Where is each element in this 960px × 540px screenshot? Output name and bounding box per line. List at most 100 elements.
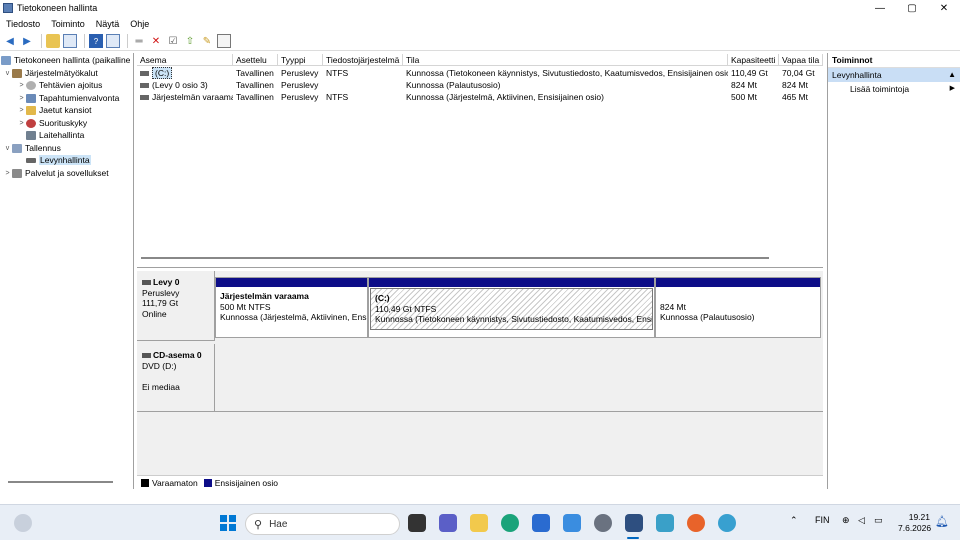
table-row-volume[interactable]: Järjestelmän varaama	[137, 91, 233, 103]
settings-gear-icon[interactable]	[594, 514, 612, 532]
chat-icon[interactable]	[439, 514, 457, 532]
volume-name: (Levy 0 osio 3)	[152, 80, 208, 90]
close-button[interactable]: ✕	[928, 0, 960, 16]
show-hidden-icons-chevron-icon[interactable]: ⌃	[790, 515, 798, 526]
tools-icon	[12, 68, 22, 78]
firefox-icon[interactable]	[687, 514, 705, 532]
task-view-icon[interactable]	[408, 514, 426, 532]
tree-item-label: Tietokoneen hallinta (paikalline	[14, 55, 131, 65]
legend-label: Varaamaton	[152, 477, 198, 488]
tree-item-system-tools[interactable]: v Järjestelmätyökalut	[3, 67, 98, 79]
chevron-right-icon[interactable]: >	[17, 95, 26, 102]
menu-action[interactable]: Toiminto	[51, 19, 85, 29]
collapse-up-icon[interactable]: ▲	[948, 68, 956, 82]
tree-item-shared-folders[interactable]: > Jaetut kansiot	[17, 104, 91, 116]
partition-c-drive[interactable]: (C:) 110,49 Gt NTFS Kunnossa (Tietokonee…	[368, 277, 655, 338]
column-header-filesystem[interactable]: Tiedostojärjestelmä	[323, 54, 403, 66]
more-actions-item[interactable]: Lisää toimintoja ▶	[828, 82, 960, 96]
cd-drive-0-label[interactable]: CD-asema 0 DVD (D:) Ei mediaa	[137, 344, 215, 412]
tree-horizontal-scrollbar[interactable]	[8, 481, 113, 483]
partition-system-reserved[interactable]: Järjestelmän varaama 500 Mt NTFS Kunnoss…	[215, 277, 368, 338]
tree-item-label: Tehtävien ajoitus	[39, 80, 103, 90]
rescan-icon[interactable]: ✎	[200, 34, 214, 48]
maximize-button[interactable]: ▢	[896, 0, 928, 16]
back-arrow-icon[interactable]: ◀	[3, 34, 17, 48]
column-header-type[interactable]: Tyyppi	[278, 54, 323, 66]
menu-file[interactable]: Tiedosto	[6, 19, 40, 29]
tree-item-event-viewer[interactable]: > Tapahtumienvalvonta	[17, 92, 119, 104]
legend: Varaamaton Ensisijainen osio	[137, 475, 823, 489]
store-icon[interactable]	[532, 514, 550, 532]
volume-icon[interactable]: ◁	[858, 515, 865, 526]
table-row-volume[interactable]: (C:)	[137, 67, 233, 79]
column-header-volume[interactable]: Asema	[137, 54, 233, 66]
menu-view[interactable]: Näytä	[96, 19, 120, 29]
actions-section-disk-management[interactable]: Levynhallinta ▲	[828, 68, 960, 82]
help-icon[interactable]: ?	[89, 34, 103, 48]
chevron-down-icon[interactable]: v	[3, 70, 12, 77]
menu-help[interactable]: Ohje	[130, 19, 149, 29]
widgets-icon[interactable]	[14, 514, 32, 532]
up-folder-icon[interactable]	[46, 34, 60, 48]
input-language[interactable]: FIN	[815, 515, 830, 525]
console-tree: Tietokoneen hallinta (paikalline v Järje…	[0, 53, 134, 489]
forward-arrow-icon[interactable]: ▶	[20, 34, 34, 48]
tree-item-label: Tallennus	[25, 143, 61, 153]
computer-management-taskbar-icon[interactable]	[625, 514, 643, 532]
column-header-capacity[interactable]: Kapasiteetti	[728, 54, 779, 66]
volume-icon	[140, 83, 149, 89]
security-shield-icon[interactable]	[563, 514, 581, 532]
show-hide-tree-icon[interactable]	[63, 34, 77, 48]
chevron-right-icon[interactable]: >	[17, 107, 26, 114]
tree-item-computer-management[interactable]: Tietokoneen hallinta (paikalline	[1, 54, 130, 66]
column-header-status[interactable]: Tila	[403, 54, 728, 66]
export-icon[interactable]: ⇧	[183, 34, 197, 48]
column-header-free-space[interactable]: Vapaa tila	[779, 54, 823, 66]
table-cell: Tavallinen	[236, 80, 274, 90]
taskbar: ⚲ Hae ⌃ FIN ⊕ ◁ ▭ 19.21 7.6.2026 🔔︎	[0, 504, 960, 540]
taskbar-clock[interactable]: 19.21 7.6.2026	[898, 512, 931, 534]
search-placeholder: Hae	[269, 518, 288, 530]
disk-status: Online	[142, 308, 167, 319]
chevron-right-icon[interactable]: >	[17, 120, 26, 127]
actions-pane: Toiminnot Levynhallinta ▲ Lisää toiminto…	[827, 53, 960, 489]
table-cell: 500 Mt	[731, 92, 757, 102]
tree-item-storage[interactable]: v Tallennus	[3, 142, 61, 154]
chevron-right-icon[interactable]: >	[3, 170, 12, 177]
disk-name: CD-asema 0	[153, 350, 202, 360]
tree-item-task-scheduler[interactable]: > Tehtävien ajoitus	[17, 79, 102, 91]
file-explorer-icon[interactable]	[470, 514, 488, 532]
delete-icon[interactable]: ✕	[149, 34, 163, 48]
chevron-right-icon[interactable]: >	[17, 82, 26, 89]
battery-icon[interactable]: ▭	[874, 515, 883, 526]
partition-recovery[interactable]: 824 Mt Kunnossa (Palautusosio)	[655, 277, 821, 338]
remote-desktop-icon[interactable]	[718, 514, 736, 532]
list-view-icon[interactable]	[217, 34, 231, 48]
edge-icon[interactable]	[501, 514, 519, 532]
tree-item-device-manager[interactable]: Laitehallinta	[17, 129, 84, 141]
volume-list-horizontal-scrollbar[interactable]	[141, 257, 769, 259]
taskbar-search-box[interactable]: ⚲ Hae	[245, 513, 400, 535]
window-title: Tietokoneen hallinta	[17, 3, 98, 13]
disk-0-label[interactable]: Levy 0 Peruslevy 111,79 Gt Online	[137, 271, 215, 341]
shared-folder-icon	[26, 105, 36, 115]
properties-icon[interactable]	[106, 34, 120, 48]
chevron-down-icon[interactable]: v	[3, 145, 12, 152]
tree-item-label: Jaetut kansiot	[39, 105, 92, 115]
network-icon[interactable]: ⊕	[842, 515, 850, 526]
tree-item-label: Palvelut ja sovellukset	[25, 168, 109, 178]
tree-item-performance[interactable]: > Suorituskyky	[17, 117, 87, 129]
notifications-bell-icon[interactable]: 🔔︎	[935, 515, 949, 528]
connect-icon[interactable]: ═	[132, 34, 146, 48]
primary-partition-bar	[656, 278, 820, 287]
cd-drive-icon	[142, 353, 151, 359]
check-icon[interactable]: ☑	[166, 34, 180, 48]
column-header-layout[interactable]: Asettelu	[233, 54, 278, 66]
table-row-volume[interactable]: (Levy 0 osio 3)	[137, 79, 233, 91]
table-cell: Peruslevy	[281, 92, 319, 102]
photos-icon[interactable]	[656, 514, 674, 532]
start-icon[interactable]	[219, 514, 237, 532]
tree-item-disk-management[interactable]: Levynhallinta	[17, 154, 91, 166]
minimize-button[interactable]: —	[864, 0, 896, 16]
tree-item-services-applications[interactable]: > Palvelut ja sovellukset	[3, 167, 109, 179]
